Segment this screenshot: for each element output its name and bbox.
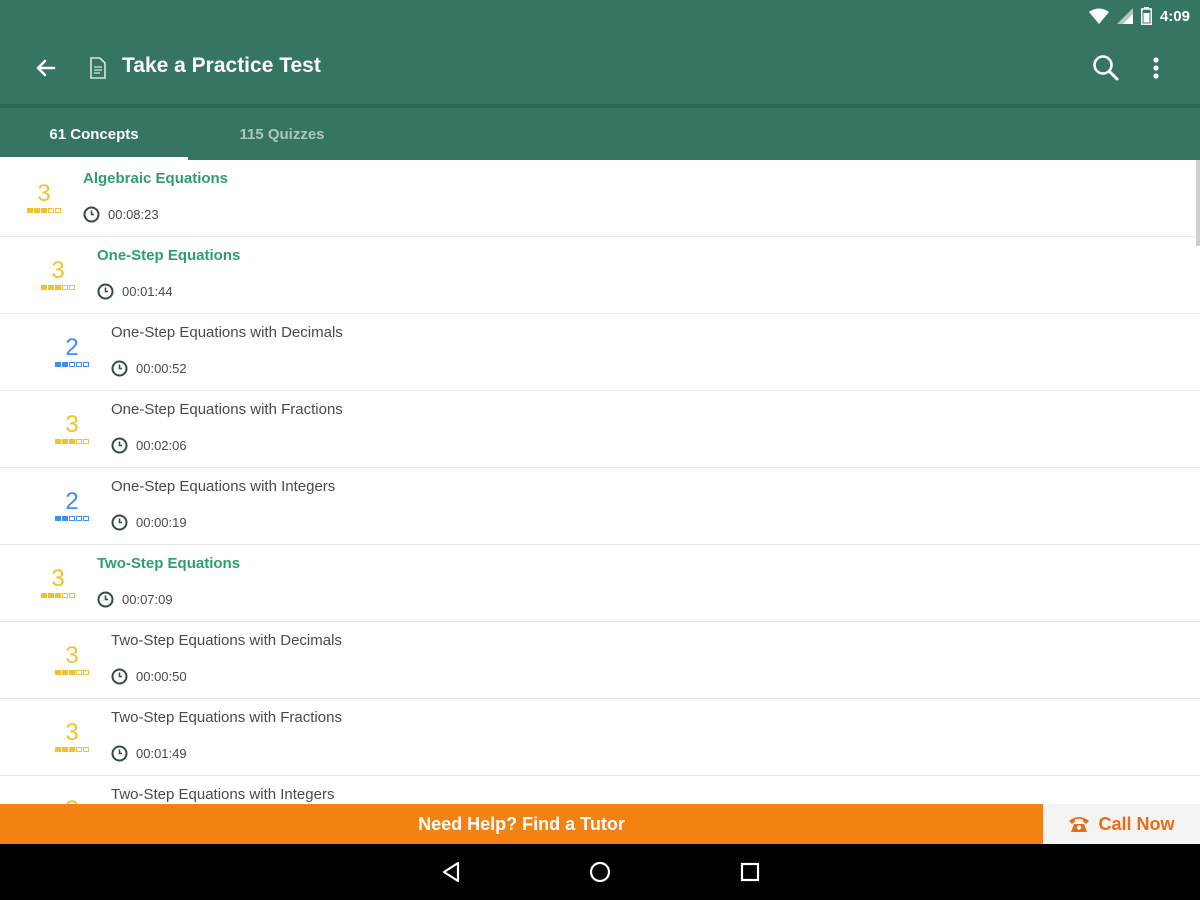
call-now-button[interactable]: Call Now [1043, 804, 1200, 844]
list-item[interactable]: 3 Two-Step Equations with Integers [0, 776, 1200, 804]
page-title: Take a Practice Test [122, 54, 321, 77]
level-badge: 2 [52, 490, 92, 521]
nav-home-icon[interactable] [588, 860, 612, 884]
call-now-label: Call Now [1098, 813, 1175, 834]
status-time: 4:09 [1159, 7, 1190, 25]
level-badge: 3 [38, 567, 78, 598]
concept-name: Two-Step Equations with Decimals [111, 632, 342, 649]
duration-text: 00:00:50 [136, 669, 187, 684]
find-tutor-button[interactable]: Need Help? Find a Tutor [0, 804, 1043, 844]
system-nav-bar [0, 844, 1200, 900]
signal-icon [1116, 8, 1133, 24]
level-badge: 3 [52, 644, 92, 675]
duration: 00:02:06 [111, 437, 187, 454]
concept-name: One-Step Equations with Integers [111, 478, 336, 495]
concept-name: Two-Step Equations with Fractions [111, 709, 342, 726]
level-bars [24, 208, 64, 213]
search-icon[interactable] [1090, 52, 1122, 84]
tab-quizzes[interactable]: 115 Quizzes [188, 108, 376, 160]
battery-icon [1140, 7, 1152, 25]
level-bars [52, 747, 92, 752]
level-bars [38, 285, 78, 290]
list-item[interactable]: 3 Algebraic Equations 00:08:23 [0, 160, 1200, 237]
level-number: 3 [37, 180, 51, 207]
clock-icon [97, 591, 114, 608]
status-icons: 4:09 [1088, 6, 1190, 26]
list-item[interactable]: 3 One-Step Equations with Fractions 00:0… [0, 391, 1200, 468]
clock-icon [111, 514, 128, 531]
document-icon [90, 57, 106, 79]
clock-icon [97, 283, 114, 300]
duration-text: 00:01:49 [136, 746, 187, 761]
level-bars [38, 593, 78, 598]
concept-name: One-Step Equations with Decimals [111, 324, 343, 341]
level-badge: 3 [38, 259, 78, 290]
concept-name: One-Step Equations [97, 247, 241, 264]
duration: 00:07:09 [97, 591, 173, 608]
duration-text: 00:07:09 [122, 592, 173, 607]
clock-icon [111, 360, 128, 377]
level-number: 2 [65, 488, 79, 515]
clock-icon [111, 668, 128, 685]
duration-text: 00:01:44 [122, 284, 173, 299]
list-item[interactable]: 3 Two-Step Equations 00:07:09 [0, 545, 1200, 622]
concept-name: Two-Step Equations with Integers [111, 786, 335, 803]
level-bars [52, 670, 92, 675]
level-bars [52, 516, 92, 521]
level-number: 3 [65, 642, 79, 669]
duration-text: 00:00:52 [136, 361, 187, 376]
level-number: 3 [51, 565, 65, 592]
tutor-banner: Need Help? Find a Tutor Call Now [0, 804, 1200, 844]
duration: 00:01:49 [111, 745, 187, 762]
scrollbar-thumb[interactable] [1196, 160, 1200, 246]
duration: 00:08:23 [83, 206, 159, 223]
level-number: 3 [65, 411, 79, 438]
level-number: 3 [65, 719, 79, 746]
duration: 00:00:50 [111, 668, 187, 685]
tab-bar: 61 Concepts 115 Quizzes [0, 104, 1200, 160]
concept-name: One-Step Equations with Fractions [111, 401, 343, 418]
level-bars [52, 439, 92, 444]
level-badge: 3 [52, 721, 92, 752]
more-vert-icon[interactable] [1144, 52, 1168, 84]
duration: 00:00:19 [111, 514, 187, 531]
duration-text: 00:00:19 [136, 515, 187, 530]
app-bar: Take a Practice Test [0, 32, 1200, 104]
duration: 00:01:44 [97, 283, 173, 300]
level-badge: 2 [52, 336, 92, 367]
list-item[interactable]: 3 One-Step Equations 00:01:44 [0, 237, 1200, 314]
level-number: 2 [65, 334, 79, 361]
concept-list: 3 Algebraic Equations 00:08:23 3 One-Ste… [0, 160, 1200, 804]
level-badge: 3 [52, 413, 92, 444]
phone-icon [1069, 817, 1090, 832]
clock-icon [111, 745, 128, 762]
clock-icon [83, 206, 100, 223]
list-item[interactable]: 2 One-Step Equations with Decimals 00:00… [0, 314, 1200, 391]
duration-text: 00:02:06 [136, 438, 187, 453]
wifi-icon [1088, 8, 1109, 24]
nav-recents-icon[interactable] [738, 860, 762, 884]
nav-back-icon[interactable] [439, 860, 463, 884]
status-bar: 4:09 [0, 0, 1200, 32]
tab-concepts[interactable]: 61 Concepts [0, 108, 188, 160]
duration: 00:00:52 [111, 360, 187, 377]
level-badge: 3 [24, 182, 64, 213]
back-arrow-icon[interactable] [32, 54, 60, 82]
list-item[interactable]: 2 One-Step Equations with Integers 00:00… [0, 468, 1200, 545]
level-number: 3 [51, 257, 65, 284]
level-bars [52, 362, 92, 367]
clock-icon [111, 437, 128, 454]
list-item[interactable]: 3 Two-Step Equations with Fractions 00:0… [0, 699, 1200, 776]
concept-name: Two-Step Equations [97, 555, 241, 572]
duration-text: 00:08:23 [108, 207, 159, 222]
concept-name: Algebraic Equations [83, 170, 229, 187]
list-item[interactable]: 3 Two-Step Equations with Decimals 00:00… [0, 622, 1200, 699]
